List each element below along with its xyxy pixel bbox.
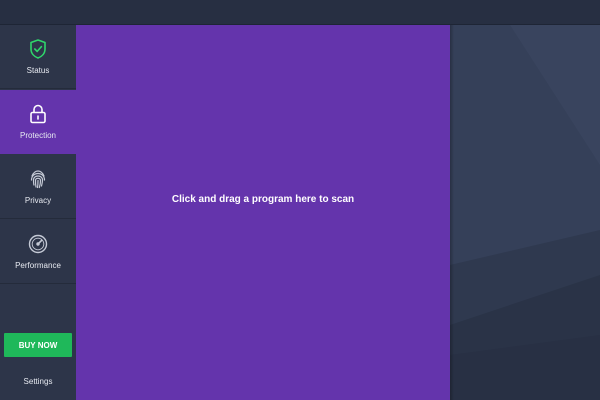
- sidebar-item-label: Protection: [19, 131, 57, 140]
- sidebar-item-performance[interactable]: Performance: [0, 220, 76, 284]
- sidebar-item-protection[interactable]: Protection: [0, 90, 76, 154]
- sidebar-item-privacy[interactable]: Privacy: [0, 155, 76, 219]
- buy-now-button[interactable]: BUY NOW: [4, 333, 72, 357]
- drop-zone[interactable]: Click and drag a program here to scan: [76, 25, 450, 400]
- title-bar: [0, 0, 600, 25]
- sidebar: Status Protection Privacy Performance BU…: [0, 25, 76, 400]
- speedometer-icon: [27, 233, 49, 255]
- lock-icon: [27, 103, 49, 125]
- settings-link[interactable]: Settings: [0, 377, 76, 386]
- shield-check-icon: [27, 38, 49, 60]
- sidebar-item-status[interactable]: Status: [0, 25, 76, 89]
- panel-divider: [450, 25, 454, 400]
- sidebar-item-label: Privacy: [24, 196, 52, 205]
- drop-zone-instruction: Click and drag a program here to scan: [171, 194, 355, 205]
- sidebar-item-label: Status: [26, 66, 50, 75]
- right-panel: [450, 25, 600, 400]
- sidebar-item-label: Performance: [15, 261, 61, 270]
- background-decoration: [450, 25, 600, 400]
- fingerprint-icon: [27, 168, 49, 190]
